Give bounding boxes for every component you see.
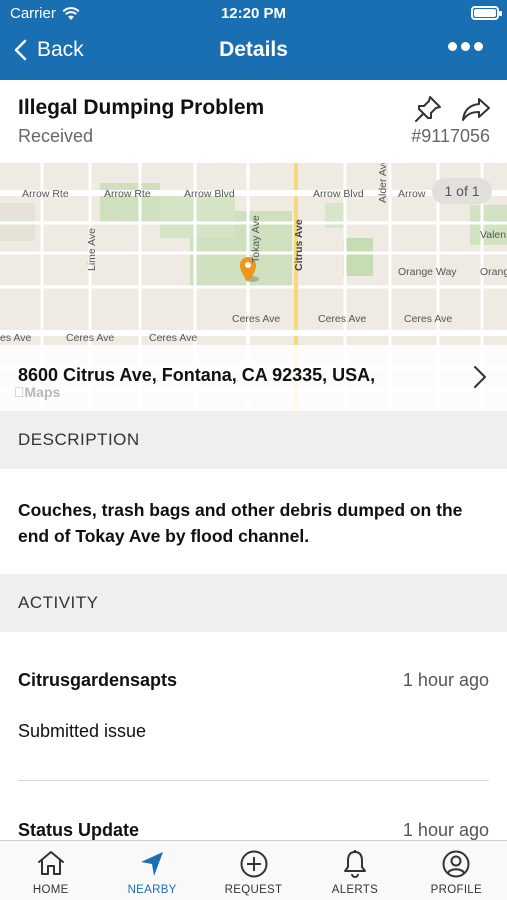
dot-icon: [461, 42, 470, 51]
street-label: Citrus Ave: [293, 219, 305, 271]
issue-ticket-number: #9117056: [411, 126, 490, 146]
status-time: 12:20 PM: [220, 5, 287, 22]
description-header-label: DESCRIPTION: [18, 430, 140, 449]
street-label: Orange Way: [398, 266, 457, 278]
tab-label: REQUEST: [224, 884, 283, 896]
street-label: Tokay Ave: [250, 215, 262, 263]
maps-logo: Maps: [14, 384, 60, 400]
activity-header-label: ACTIVITY: [18, 593, 99, 612]
tab-label: ALERTS: [331, 884, 379, 896]
street-label: Orang: [480, 266, 507, 278]
dot-icon: [448, 42, 457, 51]
street-label: Ceres Ave: [232, 313, 280, 325]
home-icon: [37, 851, 64, 875]
activity-time: 1 hour ago: [402, 670, 489, 690]
dot-icon: [474, 42, 483, 51]
tab-nearby[interactable]: NEARBY: [101, 841, 202, 900]
tab-alerts[interactable]: ALERTS: [304, 841, 405, 900]
street-label: es Ave: [0, 332, 31, 344]
tab-label: PROFILE: [430, 884, 482, 896]
map-result-counter: 1 of 1: [432, 178, 492, 204]
status-bar: Carrier 12:20 PM: [0, 0, 507, 28]
nearby-arrow-icon: [141, 852, 164, 876]
more-options-button[interactable]: [448, 42, 483, 51]
issue-header: Illegal Dumping Problem Received #911705…: [0, 80, 507, 164]
tab-home[interactable]: HOME: [0, 841, 101, 900]
activity-header: ACTIVITY: [0, 574, 507, 632]
share-icon[interactable]: [460, 94, 492, 124]
address-label: 8600 Citrus Ave, Fontana, CA 92335, USA,: [18, 365, 376, 385]
tab-bar: HOME NEARBY REQUEST ALERTS PROFILE: [0, 840, 507, 900]
tab-request[interactable]: REQUEST: [203, 841, 304, 900]
street-label: Lime Ave: [86, 228, 98, 271]
activity-user: Citrusgardensapts: [18, 670, 178, 690]
street-label: Alder Ave: [377, 163, 389, 203]
street-label: Arrow: [398, 188, 426, 200]
divider: [18, 780, 489, 781]
pin-icon[interactable]: [413, 94, 443, 124]
description-header: DESCRIPTION: [0, 411, 507, 469]
activity-time: 1 hour ago: [402, 820, 489, 840]
street-label: Arrow Blvd: [313, 188, 364, 200]
bell-icon: [343, 850, 366, 878]
navigation-bar: Back Details: [0, 30, 507, 74]
top-bar: Carrier 12:20 PM Back Details: [0, 0, 507, 80]
issue-status: Received: [18, 126, 94, 146]
battery-icon: [471, 6, 502, 20]
street-label: Ceres Ave: [149, 332, 197, 344]
chevron-right-icon: [474, 366, 486, 388]
street-label: Ceres Ave: [318, 313, 366, 325]
address-row[interactable]: 8600 Citrus Ave, Fontana, CA 92335, USA,…: [0, 345, 507, 411]
activity-text: Submitted issue: [18, 721, 147, 741]
page-title: Details: [219, 38, 288, 61]
activity-list: Citrusgardensapts 1 hour ago Submitted i…: [0, 632, 507, 842]
street-label: Arrow Blvd: [184, 188, 235, 200]
issue-title: Illegal Dumping Problem: [18, 96, 265, 119]
street-label: Arrow Rte: [22, 188, 69, 200]
street-label: Ceres Ave: [66, 332, 114, 344]
street-label: Valen: [480, 229, 506, 241]
description-text: Couches, trash bags and other debris dum…: [18, 500, 463, 546]
street-label: Ceres Ave: [404, 313, 452, 325]
user-circle-icon: [442, 850, 470, 878]
plus-circle-icon: [240, 850, 268, 878]
maps-logo-text: Maps: [14, 384, 61, 400]
activity-user: Status Update: [18, 820, 140, 840]
tab-label: HOME: [32, 884, 69, 896]
location-map[interactable]: Arrow Rte Arrow Rte Arrow Blvd Arrow Blv…: [0, 163, 507, 411]
tab-label: NEARBY: [127, 884, 177, 896]
street-label: Arrow Rte: [104, 188, 151, 200]
description-section: Couches, trash bags and other debris dum…: [0, 470, 507, 574]
tab-profile[interactable]: PROFILE: [406, 841, 507, 900]
